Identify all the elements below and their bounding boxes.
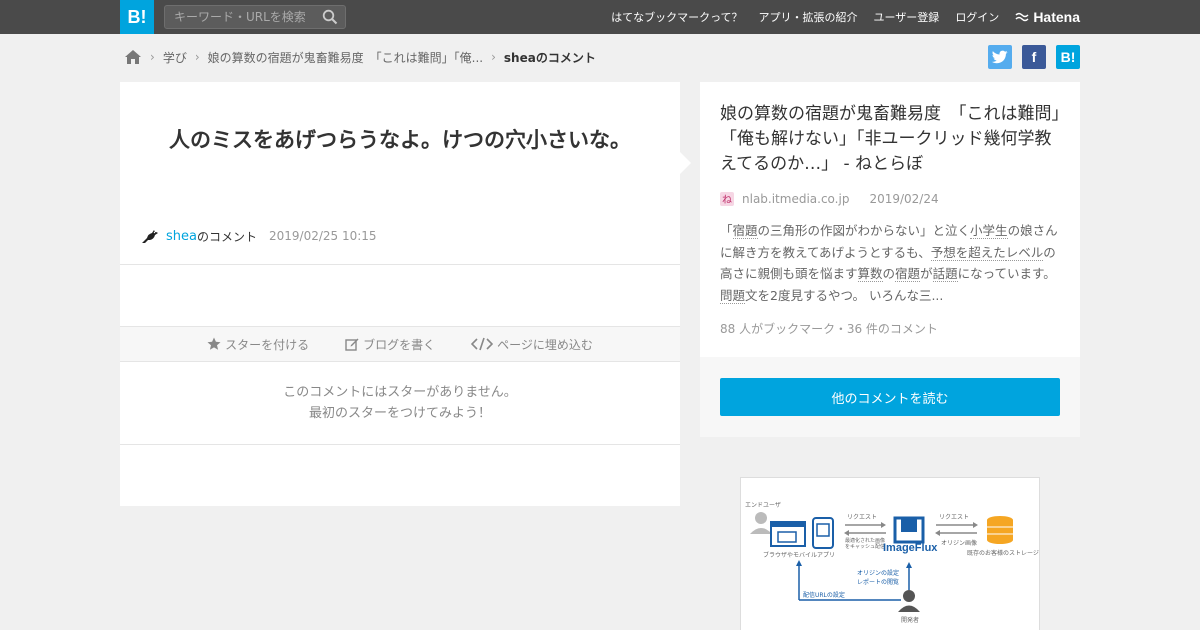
ad-imageflux-logo: ImageFlux <box>883 542 938 554</box>
add-star-label: スターを付ける <box>225 337 310 352</box>
keyword-link[interactable]: レベル <box>1005 244 1044 261</box>
summary-text: が <box>920 266 933 281</box>
comment-text: 人のミスをあげつらうなよ。けつの穴小さいな。 <box>169 128 631 152</box>
embed-page-label: ページに埋め込む <box>497 337 593 352</box>
search-icon[interactable] <box>322 9 338 25</box>
twitter-share-button[interactable] <box>988 45 1012 69</box>
hatena-brand-label: Hatena <box>1033 9 1080 25</box>
ad-label-request: リクエスト <box>939 514 970 521</box>
svg-text:ね: ね <box>722 194 732 206</box>
ad-label-origin-setting: オリジンの設定 <box>857 570 900 577</box>
write-blog-button[interactable]: ブログを書く <box>345 336 435 353</box>
add-star-button[interactable]: スターを付ける <box>207 336 309 353</box>
keyword-link[interactable]: 宿題 <box>895 266 921 282</box>
nav-apps[interactable]: アプリ・拡張の紹介 <box>759 9 858 25</box>
read-comments-area: 他のコメントを読む <box>700 357 1080 437</box>
commenter-username[interactable]: shea <box>166 229 197 244</box>
summary-text: 「 <box>720 223 733 238</box>
summary-text: 。 <box>1043 266 1056 281</box>
entry-title[interactable]: 娘の算数の宿題が鬼畜難易度 「これは難問」「俺も解けない」「非ユークリッド幾何学… <box>720 102 1065 177</box>
summary-text: の三角形の作図がわからない」と泣く <box>757 223 971 238</box>
embed-page-button[interactable]: ページに埋め込む <box>471 336 593 353</box>
chevron-right-icon: › <box>150 50 155 64</box>
hatena-brand-link[interactable]: Hatena <box>1015 9 1080 25</box>
no-star-line1: このコメントにはスターがありません。 <box>283 385 517 400</box>
ad-label-developer: 開発者 <box>901 617 920 624</box>
ad-label-report: レポートの閲覧 <box>857 579 900 586</box>
entry-stats[interactable]: 88 人がブックマーク・36 件のコメント <box>720 320 938 337</box>
keyword-link[interactable]: 話題 <box>932 266 958 282</box>
nav-login[interactable]: ログイン <box>955 9 999 25</box>
keyword-link[interactable]: 問題 <box>720 287 746 304</box>
read-other-comments-button[interactable]: 他のコメントを読む <box>720 378 1060 416</box>
summary-text: 文を2度見するやつ。 いろんな三... <box>745 287 944 303</box>
ad-label-storage: 既存のお客様のストレージ <box>967 550 1039 557</box>
comment-timestamp[interactable]: 2019/02/25 10:15 <box>269 229 377 243</box>
entry-meta: ね nlab.itmedia.co.jp 2019/02/24 <box>720 192 939 206</box>
summary-text: になっています <box>957 266 1044 281</box>
hatena-bookmark-button[interactable]: B! <box>1056 45 1080 69</box>
no-star-line2: 最初のスターをつけてみよう！ <box>308 406 491 421</box>
facebook-share-button[interactable]: f <box>1022 45 1046 69</box>
comment-suffix: のコメント <box>196 229 257 244</box>
top-nav: はてなブックマークって？ アプリ・拡張の紹介 ユーザー登録 ログイン Haten… <box>595 0 1080 34</box>
summary-text: の <box>882 266 896 281</box>
twitter-icon <box>992 50 1008 64</box>
chevron-right-icon: › <box>194 50 200 64</box>
keyword-link[interactable]: 算数 <box>857 266 883 282</box>
home-icon[interactable] <box>124 49 142 65</box>
comment-card: 人のミスをあげつらうなよ。けつの穴小さいな。 shea のコメント 2019/0… <box>120 82 680 506</box>
nav-register[interactable]: ユーザー登録 <box>874 9 940 25</box>
avatar[interactable] <box>140 226 160 246</box>
breadcrumb-category[interactable]: 学び <box>163 49 187 66</box>
breadcrumb: › 学び › 娘の算数の宿題が鬼畜難易度 「これは難問」「俺... › shea… <box>124 46 596 68</box>
entry-summary: 「宿題の三角形の作図がわからない」と泣く小学生の娘さんに解き方を教えてあげようと… <box>720 220 1065 306</box>
ad-label-browser-app: ブラウザやモバイルアプリ <box>763 552 836 559</box>
entry-domain[interactable]: nlab.itmedia.co.jp <box>742 192 849 206</box>
card-pointer <box>680 152 691 174</box>
nav-about[interactable]: はてなブックマークって？ <box>611 9 742 25</box>
commenter-info: shea のコメント 2019/02/25 10:15 <box>140 226 377 246</box>
chevron-right-icon: › <box>491 50 496 64</box>
search-input[interactable] <box>165 6 315 28</box>
hatena-logo-icon <box>1015 12 1029 22</box>
star-icon <box>207 337 221 350</box>
ad-label-request: リクエスト <box>847 514 878 521</box>
no-star-message: このコメントにはスターがありません。 最初のスターをつけてみよう！ <box>120 382 680 424</box>
divider <box>120 444 680 445</box>
ad-label-end-user: エンドユーザ <box>745 502 781 509</box>
comment-actions: スターを付ける ブログを書く ページに埋め込む <box>120 326 680 362</box>
keyword-link[interactable]: 小学生 <box>970 223 1008 239</box>
keyword-link[interactable]: 宿題 <box>732 223 758 239</box>
edit-icon <box>345 338 359 351</box>
entry-date: 2019/02/24 <box>869 192 939 206</box>
hatena-bookmark-logo[interactable]: B! <box>120 0 154 34</box>
top-bar: B! はてなブックマークって？ アプリ・拡張の紹介 ユーザー登録 ログイン Ha… <box>0 0 1200 34</box>
search-box[interactable] <box>164 5 346 29</box>
keyword-link[interactable]: 予想を超えた <box>930 244 1006 261</box>
code-icon <box>471 337 494 351</box>
share-buttons: f B! <box>978 45 1080 69</box>
write-blog-label: ブログを書く <box>363 337 436 352</box>
breadcrumb-entry[interactable]: 娘の算数の宿題が鬼畜難易度 「これは難問」「俺... <box>208 49 483 66</box>
site-favicon-icon: ね <box>720 192 734 206</box>
ad-label-origin-image: オリジン画像 <box>941 540 978 547</box>
divider <box>120 264 680 265</box>
entry-panel: 娘の算数の宿題が鬼畜難易度 「これは難問」「俺も解けない」「非ユークリッド幾何学… <box>700 82 1080 357</box>
ad-banner[interactable]: エンドユーザ リクエスト リクエスト ブラウザやモバイルアプリ 最適化された画像… <box>740 477 1040 630</box>
breadcrumb-current: sheaのコメント <box>503 50 596 65</box>
ad-label-delivery-url: 配信URLの設定 <box>803 592 845 599</box>
